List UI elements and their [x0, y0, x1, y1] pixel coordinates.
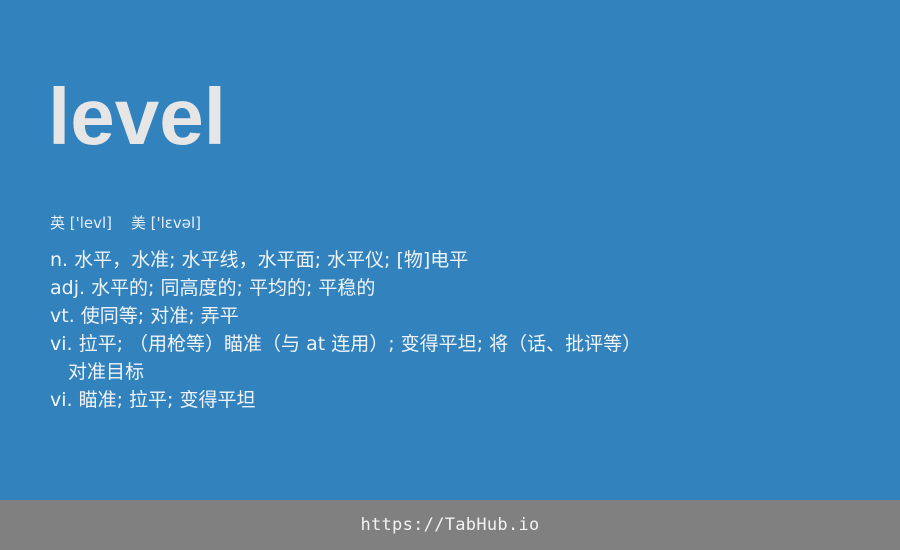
definition-list: n. 水平，水准; 水平线，水平面; 水平仪; [物]电平 adj. 水平的; … — [50, 246, 870, 414]
phonetic-uk: 英 ['levl] — [50, 214, 113, 232]
definition-item: vi. 拉平; （用枪等）瞄准（与 at 连用）; 变得平坦; 将（话、批评等） — [50, 333, 642, 355]
dictionary-card: level 英 ['levl] 美 ['lɛvəl] n. 水平，水准; 水平线… — [0, 0, 900, 500]
definition-item: vt. 使同等; 对准; 弄平 — [50, 305, 239, 327]
definition-item-continuation: 对准目标 — [68, 361, 145, 383]
phonetics-line: 英 ['levl] 美 ['lɛvəl] — [50, 212, 215, 234]
definition-item: n. 水平，水准; 水平线，水平面; 水平仪; [物]电平 — [50, 249, 469, 271]
definition-item: adj. 水平的; 同高度的; 平均的; 平稳的 — [50, 277, 376, 299]
definition-item: vi. 瞄准; 拉平; 变得平坦 — [50, 389, 256, 411]
headword: level — [48, 72, 226, 161]
footer-bar: https://TabHub.io — [0, 500, 900, 550]
tabhub-link[interactable]: https://TabHub.io — [360, 515, 539, 535]
phonetic-us: 美 ['lɛvəl] — [130, 214, 201, 232]
